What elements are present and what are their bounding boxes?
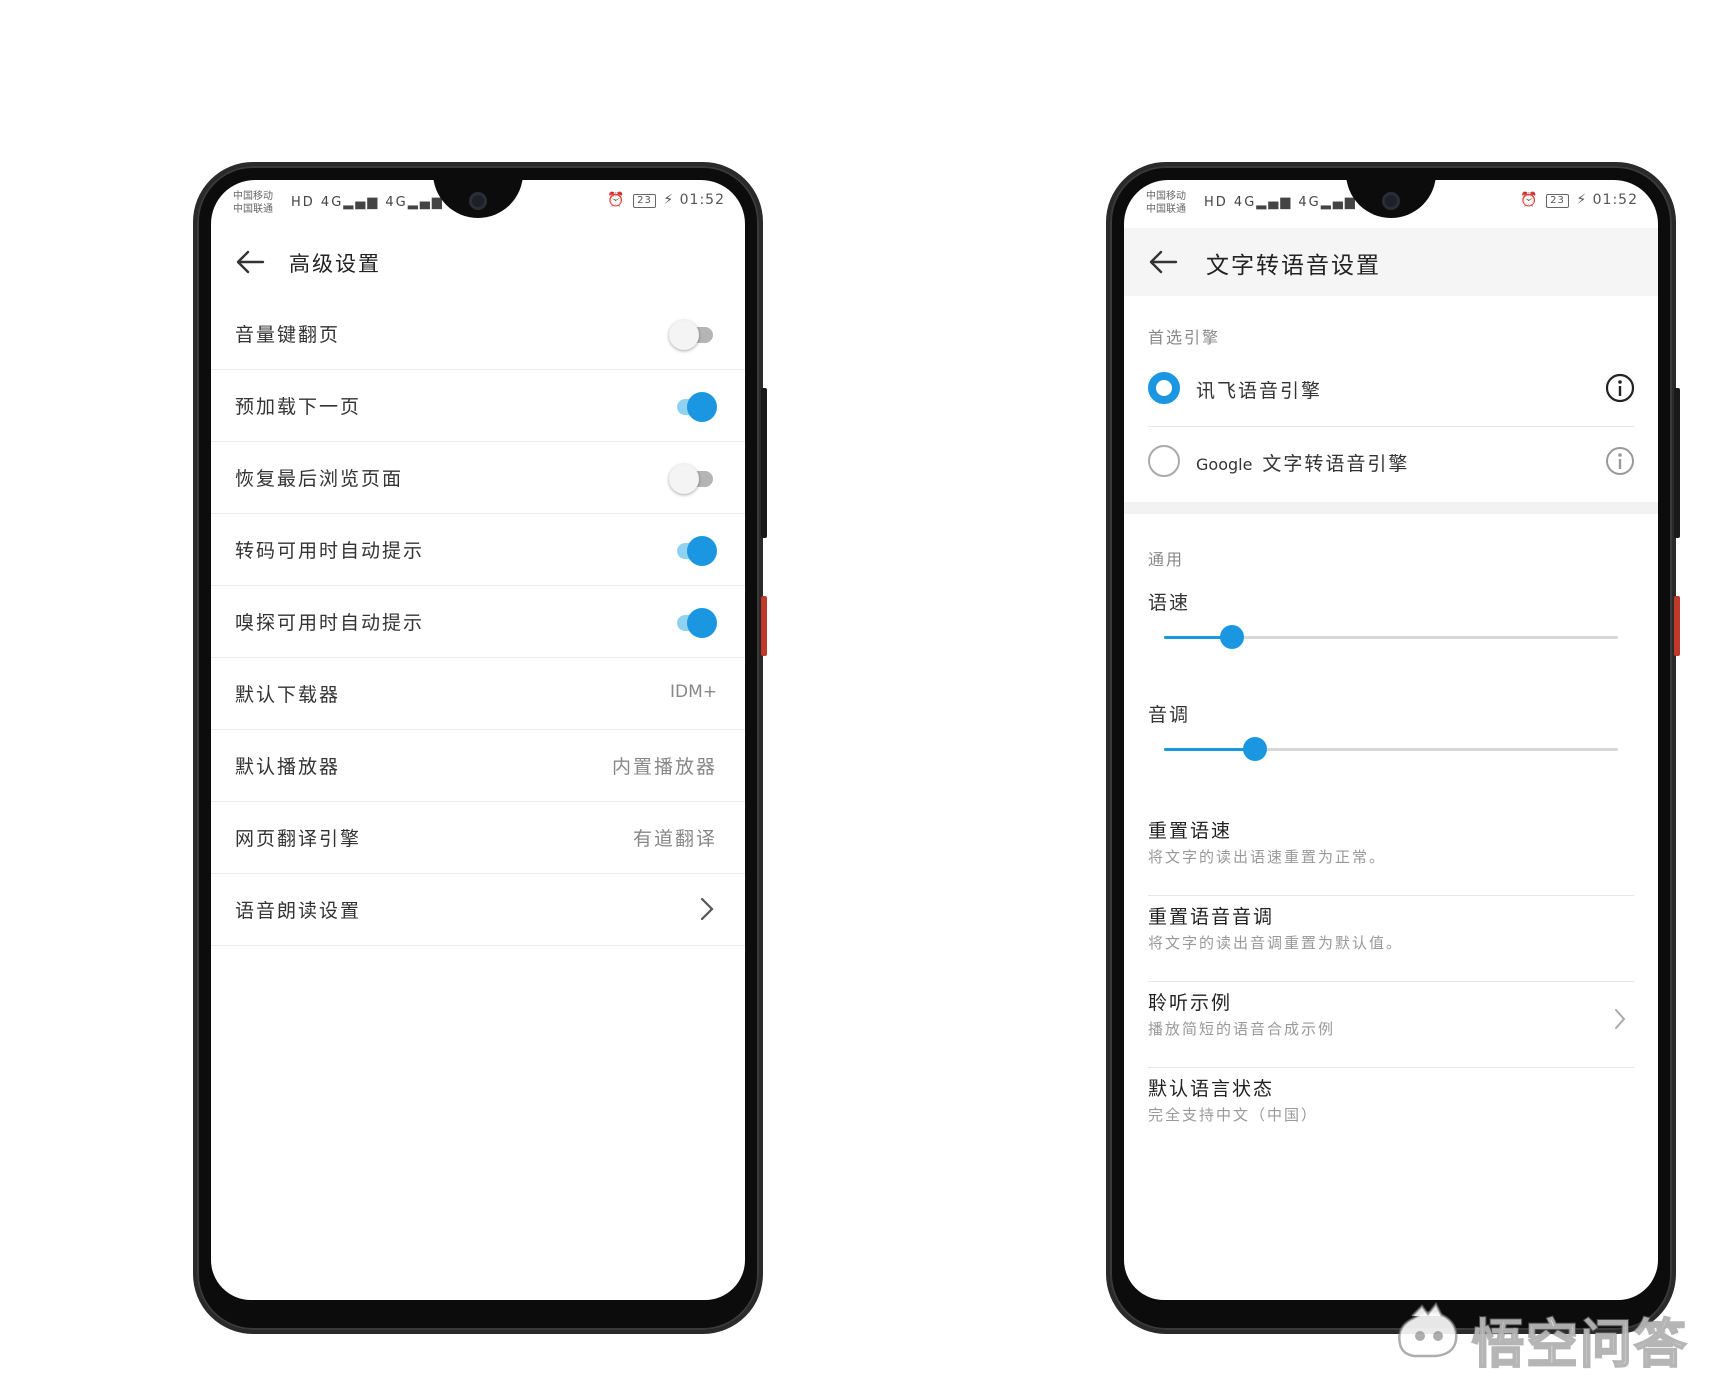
info-icon[interactable] (1604, 372, 1636, 404)
status-right: ⏰ 23 ⚡ 01:52 (607, 192, 725, 208)
carrier-labels: 中国移动 中国联通 (1146, 191, 1186, 215)
wukong-logo-icon (1398, 1302, 1458, 1358)
page-title: 文字转语音设置 (1206, 253, 1381, 279)
settings-row-label: 语音朗读设置 (235, 900, 362, 922)
side-key (1674, 596, 1680, 656)
battery-icon: 23 (633, 194, 656, 208)
engine-label: 讯飞语音引擎 (1196, 380, 1323, 402)
settings-row[interactable]: 默认播放器 内置播放器 (211, 730, 745, 802)
alarm-icon: ⏰ (1520, 192, 1539, 208)
section-header-general: 通用 (1148, 550, 1185, 569)
engine-label: Google 文字转语音引擎 (1196, 453, 1410, 475)
pitch-label: 音调 (1148, 704, 1191, 726)
watermark-text: 悟空问答 (1471, 1314, 1689, 1376)
settings-row[interactable]: 默认下载器 IDM+ (211, 658, 745, 730)
charging-icon: ⚡ (1576, 192, 1588, 208)
settings-row-value: 内置播放器 (611, 756, 717, 778)
title-bar: 文字转语音设置 (1124, 228, 1658, 296)
slider-fill (1164, 748, 1255, 751)
chevron-right-icon (700, 897, 714, 921)
alarm-icon: ⏰ (607, 192, 626, 208)
engine-row-iflytek[interactable]: 讯飞语音引擎 (1124, 354, 1658, 426)
settings-row-label: 网页翻译引擎 (235, 828, 362, 850)
reset-pitch-item[interactable]: 重置语音音调 将文字的读出音调重置为默认值。 (1148, 896, 1634, 982)
settings-row-label: 音量键翻页 (235, 324, 341, 346)
toggle-knob[interactable] (687, 536, 717, 566)
settings-row-label: 转码可用时自动提示 (235, 540, 425, 562)
settings-row[interactable]: 嗅探可用时自动提示 (211, 586, 745, 658)
settings-row-value: 有道翻译 (632, 828, 717, 850)
front-camera (469, 192, 487, 210)
default-language-item[interactable]: 默认语言状态 完全支持中文（中国） (1148, 1068, 1634, 1154)
section-separator (1124, 502, 1658, 514)
charging-icon: ⚡ (663, 192, 675, 208)
clock-time: 01:52 (1592, 192, 1638, 208)
screen-advanced-settings: 中国移动 中国联通 HD 4G▂▄▆ 4G▂▄▆ ᯤ ⏰ 23 ⚡ 01:52 … (211, 180, 745, 1300)
radio-selected-icon[interactable] (1148, 372, 1180, 404)
listen-example-item[interactable]: 聆听示例 播放简短的语音合成示例 (1148, 982, 1634, 1068)
toggle-knob[interactable] (669, 464, 699, 494)
toggle-switch-on[interactable] (669, 536, 717, 566)
toggle-switch-off[interactable] (669, 464, 717, 494)
chevron-right-icon (1615, 1009, 1626, 1029)
settings-row-label: 默认下载器 (235, 684, 341, 706)
watermark: 悟空问答 (1392, 1298, 1722, 1376)
toggle-knob[interactable] (687, 608, 717, 638)
carrier-labels: 中国移动 中国联通 (233, 191, 273, 215)
radio-unselected-icon[interactable] (1148, 445, 1180, 477)
battery-icon: 23 (1546, 194, 1569, 208)
settings-row[interactable]: 网页翻译引擎 有道翻译 (211, 802, 745, 874)
page-title: 高级设置 (289, 252, 381, 276)
back-arrow-icon[interactable] (1148, 248, 1178, 276)
settings-row-label: 默认播放器 (235, 756, 341, 778)
toggle-knob[interactable] (687, 392, 717, 422)
toggle-switch-on[interactable] (669, 392, 717, 422)
section-header-engine: 首选引擎 (1148, 328, 1221, 347)
settings-list: 音量键翻页 预加载下一页 恢复最后浏览页面 转码可用时自动提示 嗅探可用时自动提示 默认下… (211, 298, 745, 946)
toggle-switch-off[interactable] (669, 320, 717, 350)
slider-thumb[interactable] (1242, 737, 1267, 761)
settings-row[interactable]: 恢复最后浏览页面 (211, 442, 745, 514)
engine-row-google[interactable]: Google 文字转语音引擎 (1124, 427, 1658, 499)
speed-slider[interactable] (1164, 624, 1618, 650)
pitch-slider[interactable] (1164, 736, 1618, 762)
power-button (761, 388, 767, 538)
speed-label: 语速 (1148, 592, 1191, 614)
settings-row[interactable]: 音量键翻页 (211, 298, 745, 370)
clock-time: 01:52 (679, 192, 725, 208)
settings-row[interactable]: 语音朗读设置 (211, 874, 745, 946)
title-bar: 高级设置 (211, 228, 745, 296)
settings-row-label: 预加载下一页 (235, 396, 362, 418)
status-right: ⏰ 23 ⚡ 01:52 (1520, 192, 1638, 208)
toggle-switch-on[interactable] (669, 608, 717, 638)
settings-row-label: 恢复最后浏览页面 (235, 468, 404, 490)
settings-row[interactable]: 预加载下一页 (211, 370, 745, 442)
info-icon[interactable] (1604, 445, 1636, 477)
settings-row[interactable]: 转码可用时自动提示 (211, 514, 745, 586)
phone-left: 中国移动 中国联通 HD 4G▂▄▆ 4G▂▄▆ ᯤ ⏰ 23 ⚡ 01:52 … (193, 162, 767, 1334)
power-button (1674, 388, 1680, 538)
toggle-knob[interactable] (669, 320, 699, 350)
phone-right: 中国移动 中国联通 HD 4G▂▄▆ 4G▂▄▆ ᯤ ⏰ 23 ⚡ 01:52 … (1106, 162, 1680, 1334)
slider-thumb[interactable] (1220, 625, 1245, 649)
front-camera (1382, 192, 1400, 210)
settings-row-value: IDM+ (669, 682, 717, 702)
back-arrow-icon[interactable] (235, 248, 265, 276)
side-key (761, 596, 767, 656)
reset-speed-item[interactable]: 重置语速 将文字的读出语速重置为正常。 (1148, 810, 1634, 896)
settings-row-label: 嗅探可用时自动提示 (235, 612, 425, 634)
screen-tts-settings: 中国移动 中国联通 HD 4G▂▄▆ 4G▂▄▆ ᯤ ⏰ 23 ⚡ 01:52 … (1124, 180, 1658, 1300)
